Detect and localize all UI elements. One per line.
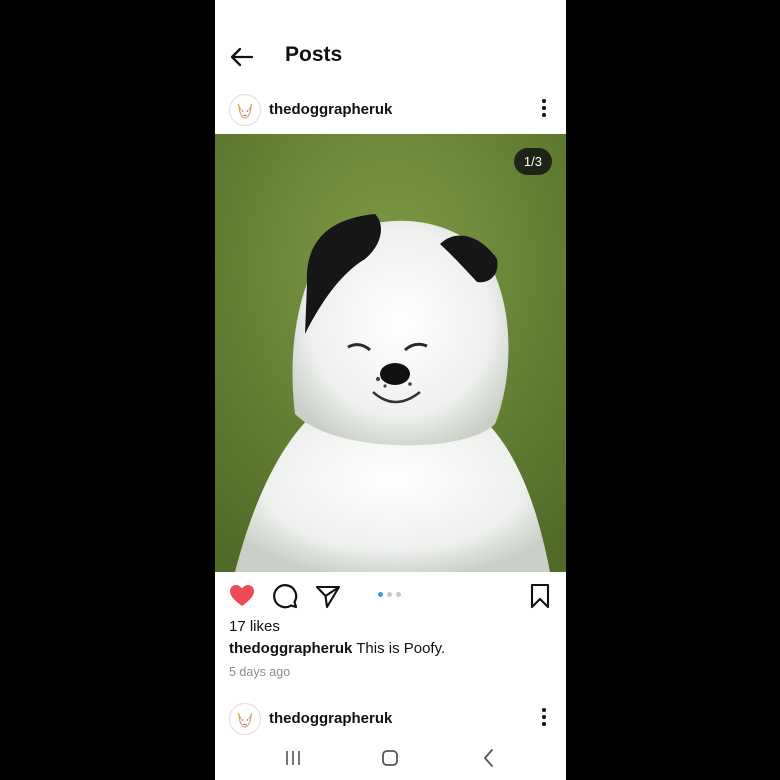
avatar[interactable] bbox=[229, 703, 261, 735]
post-image[interactable]: 1/3 bbox=[215, 134, 566, 572]
recent-apps-icon[interactable] bbox=[281, 746, 305, 770]
share-icon[interactable] bbox=[314, 582, 342, 610]
system-nav-bar bbox=[215, 738, 566, 780]
carousel-dot-active bbox=[378, 592, 383, 597]
dog-logo-icon bbox=[237, 103, 253, 119]
next-post-header: thedoggrapheruk bbox=[215, 697, 566, 741]
home-icon[interactable] bbox=[378, 746, 402, 770]
comment-icon[interactable] bbox=[271, 582, 299, 610]
image-counter: 1/3 bbox=[513, 148, 552, 175]
bookmark-icon[interactable] bbox=[526, 582, 554, 610]
caption-username[interactable]: thedoggrapheruk bbox=[229, 640, 352, 657]
heart-filled-icon[interactable] bbox=[228, 582, 256, 610]
caption-text: This is Poofy. bbox=[352, 640, 446, 657]
post-username[interactable]: thedoggrapheruk bbox=[269, 101, 392, 118]
post-header: thedoggrapheruk bbox=[215, 88, 566, 132]
like-count[interactable]: 17 likes bbox=[229, 618, 280, 635]
phone-screen: Posts thedoggrapheruk 1/3 17 likes thedo… bbox=[215, 0, 566, 780]
more-options-icon[interactable] bbox=[536, 97, 552, 119]
post-username[interactable]: thedoggrapheruk bbox=[269, 710, 392, 727]
more-options-icon[interactable] bbox=[536, 706, 552, 728]
caption: thedoggrapheruk This is Poofy. bbox=[229, 640, 445, 657]
post-timestamp: 5 days ago bbox=[229, 665, 291, 679]
avatar[interactable] bbox=[229, 94, 261, 126]
page-title: Posts bbox=[285, 43, 343, 66]
carousel-dot bbox=[387, 592, 392, 597]
carousel-indicator bbox=[378, 592, 401, 597]
dog-logo-icon bbox=[237, 712, 253, 728]
carousel-dot bbox=[396, 592, 401, 597]
dog-photo bbox=[215, 134, 566, 572]
arrow-left-icon[interactable] bbox=[229, 44, 255, 70]
post-actions bbox=[215, 578, 566, 614]
back-icon[interactable] bbox=[477, 746, 501, 770]
top-bar: Posts bbox=[215, 0, 566, 90]
